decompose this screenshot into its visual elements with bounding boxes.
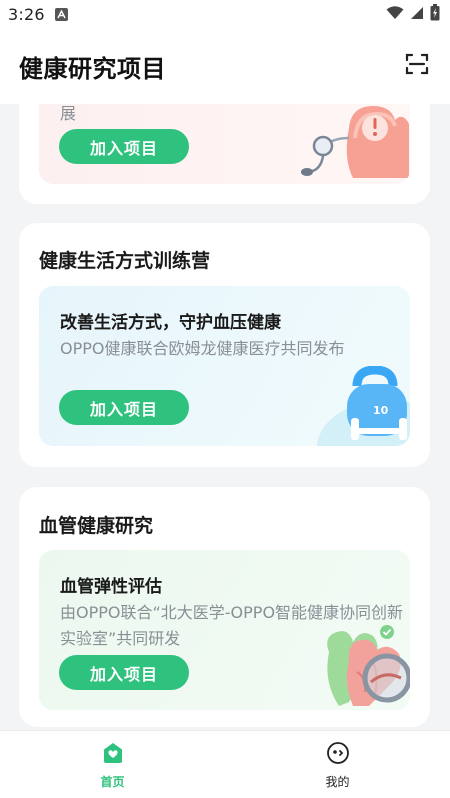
nav-item-home[interactable]: 首页 xyxy=(0,731,225,798)
scan-button[interactable] xyxy=(402,51,432,81)
nav-item-profile[interactable]: 我的 xyxy=(225,731,450,798)
app-header: 健康研究项目 xyxy=(0,28,450,104)
home-heart-icon xyxy=(101,741,125,769)
project-panel[interactable]: 血管弹性评估 由OPPO联合“北大医学-OPPO智能健康协同创新实验室”共同研发… xyxy=(39,550,410,710)
heart-vessel-magnifier-icon xyxy=(309,622,410,710)
page-title: 健康研究项目 xyxy=(19,54,166,83)
project-panel[interactable]: 改善生活方式，守护血压健康 OPPO健康联合欧姆龙健康医疗共同发布 加入项目 1… xyxy=(39,286,410,446)
nav-label-home: 首页 xyxy=(100,775,125,789)
card-title: 血管健康研究 xyxy=(39,515,154,537)
signal-icon xyxy=(410,5,424,24)
nav-label-profile: 我的 xyxy=(325,775,350,789)
bottom-nav: 首页 我的 xyxy=(0,730,450,798)
scan-icon xyxy=(405,52,429,80)
kettlebell-dumbbell-icon: 10 xyxy=(307,365,410,446)
project-list[interactable]: 展 加入项目 健康生活方式训练营 改善生活方式，守护血压健康 OPPO健康联合欧… xyxy=(0,104,450,730)
status-left: 3:26 xyxy=(8,5,68,24)
project-card: 展 加入项目 xyxy=(19,104,430,204)
project-description: OPPO健康联合欧姆龙健康医疗共同发布 xyxy=(60,339,345,358)
status-bar: 3:26 xyxy=(0,0,450,28)
project-card: 血管健康研究 血管弹性评估 由OPPO联合“北大医学-OPPO智能健康协同创新实… xyxy=(19,487,430,727)
battery-icon xyxy=(430,3,440,25)
heart-stethoscope-icon xyxy=(299,104,410,184)
project-panel-title: 血管弹性评估 xyxy=(60,577,162,597)
notification-a-icon xyxy=(54,7,68,21)
wifi-icon xyxy=(386,5,404,24)
profile-face-icon xyxy=(326,741,350,769)
project-panel-title: 改善生活方式，守护血压健康 xyxy=(60,313,281,333)
status-right xyxy=(386,3,440,25)
project-card: 健康生活方式训练营 改善生活方式，守护血压健康 OPPO健康联合欧姆龙健康医疗共… xyxy=(19,223,430,467)
join-project-button[interactable]: 加入项目 xyxy=(59,655,189,690)
join-project-button[interactable]: 加入项目 xyxy=(59,390,189,425)
card-title: 健康生活方式训练营 xyxy=(39,250,211,272)
project-panel[interactable]: 展 加入项目 xyxy=(39,104,410,184)
svg-text:10: 10 xyxy=(373,404,389,417)
status-time: 3:26 xyxy=(8,4,45,24)
join-project-button[interactable]: 加入项目 xyxy=(59,129,189,164)
